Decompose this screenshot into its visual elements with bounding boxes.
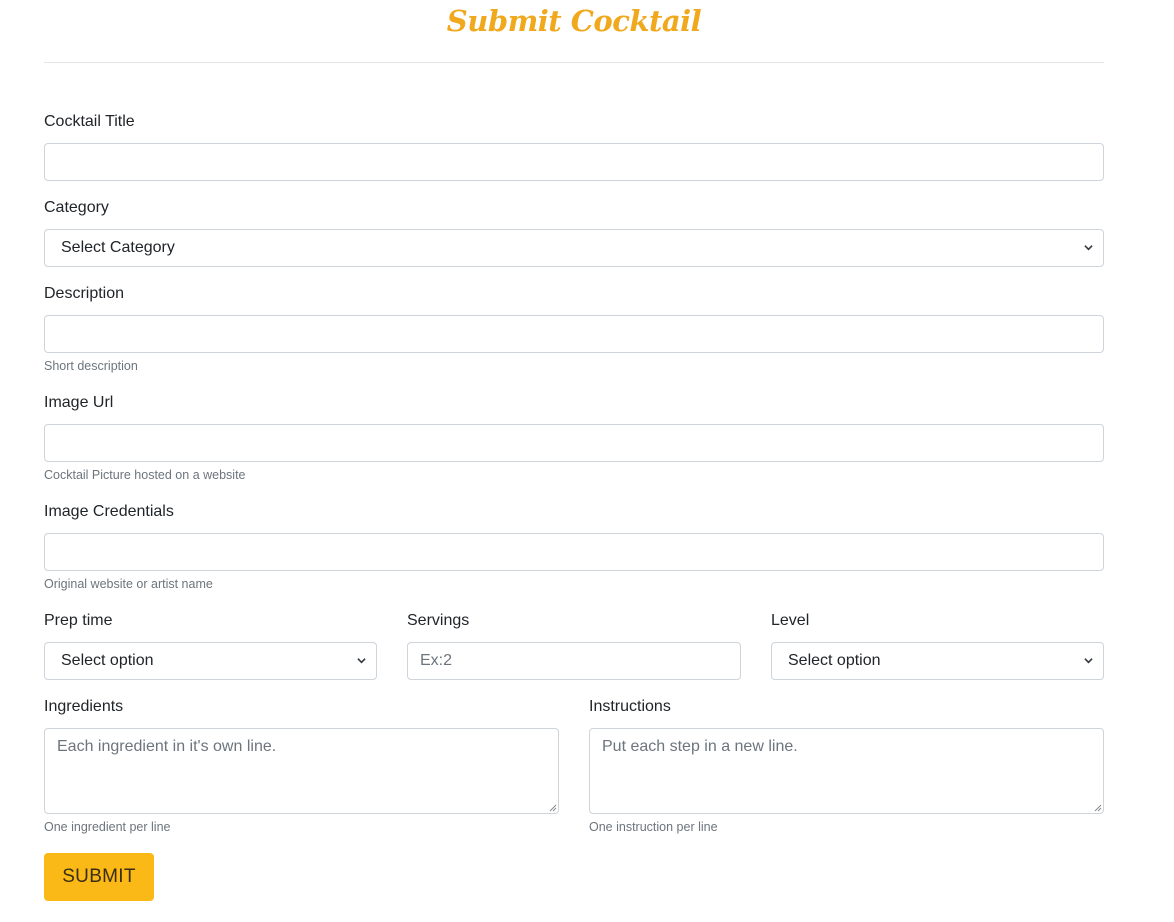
image-url-input[interactable] [44, 424, 1104, 462]
category-selected-value: Select Category [61, 239, 175, 256]
image-credentials-input[interactable] [44, 533, 1104, 571]
ingredients-field [44, 728, 559, 814]
level-selected-value: Select option [788, 652, 881, 669]
prep-time-label: Prep time [44, 612, 113, 629]
image-credentials-label: Image Credentials [44, 503, 174, 520]
instructions-help: One instruction per line [589, 820, 718, 834]
image-url-help: Cocktail Picture hosted on a website [44, 468, 246, 482]
instructions-textarea[interactable] [589, 728, 1104, 814]
ingredients-help: One ingredient per line [44, 820, 171, 834]
servings-label: Servings [407, 612, 470, 629]
resize-grip-icon[interactable] [548, 803, 557, 812]
category-label: Category [44, 199, 109, 216]
prep-time-select[interactable]: Select option [44, 642, 377, 680]
image-url-label: Image Url [44, 394, 114, 411]
ingredients-label: Ingredients [44, 698, 124, 715]
servings-input[interactable] [407, 642, 741, 680]
description-label: Description [44, 285, 125, 302]
description-help: Short description [44, 359, 138, 373]
instructions-field [589, 728, 1104, 814]
chevron-down-icon [357, 658, 366, 664]
title-divider [44, 62, 1104, 63]
chevron-down-icon [1084, 245, 1093, 251]
description-input[interactable] [44, 315, 1104, 353]
chevron-down-icon [1084, 658, 1093, 664]
page-title: Submit Cocktail [446, 4, 702, 38]
ingredients-textarea[interactable] [44, 728, 559, 814]
prep-time-selected-value: Select option [61, 652, 154, 669]
cocktail-title-label: Cocktail Title [44, 113, 135, 130]
cocktail-title-input[interactable] [44, 143, 1104, 181]
level-label: Level [771, 612, 810, 629]
submit-button[interactable]: SUBMIT [44, 853, 154, 901]
level-select[interactable]: Select option [771, 642, 1104, 680]
resize-grip-icon[interactable] [1093, 803, 1102, 812]
instructions-label: Instructions [589, 698, 671, 715]
category-select[interactable]: Select Category [44, 229, 1104, 267]
image-credentials-help: Original website or artist name [44, 577, 213, 591]
